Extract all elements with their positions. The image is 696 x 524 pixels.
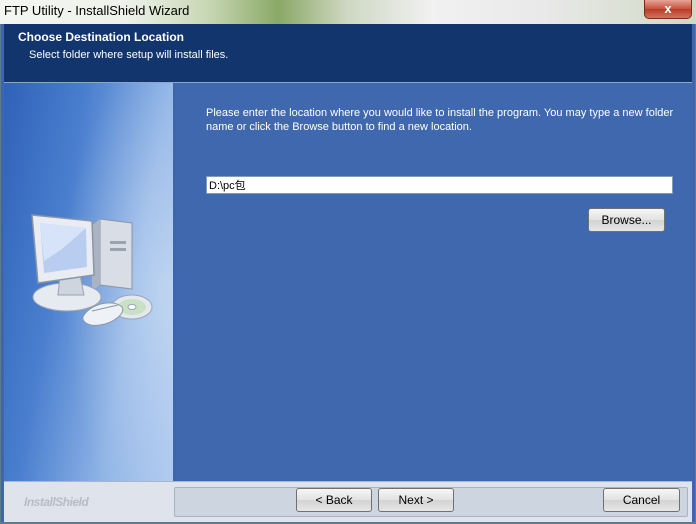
close-button[interactable]: x [644, 0, 692, 19]
page-subtitle: Select folder where setup will install f… [29, 49, 229, 61]
title-bar: FTP Utility - InstallShield Wizard x [0, 0, 696, 24]
back-button[interactable]: < Back [296, 488, 372, 512]
close-icon: x [664, 1, 672, 16]
side-banner [4, 83, 173, 481]
cancel-button[interactable]: Cancel [603, 488, 680, 512]
destination-path-input[interactable] [206, 176, 673, 194]
page-title: Choose Destination Location [18, 30, 185, 44]
main-panel: Please enter the location where you woul… [176, 83, 692, 481]
window-title: FTP Utility - InstallShield Wizard [4, 3, 190, 18]
next-button[interactable]: Next > [378, 488, 454, 512]
wizard-header: Choose Destination Location Select folde… [4, 24, 692, 83]
computer-icon [31, 214, 153, 326]
instructions-text: Please enter the location where you woul… [206, 107, 674, 133]
installshield-logo: InstallShield [24, 495, 89, 509]
browse-button[interactable]: Browse... [588, 208, 665, 232]
